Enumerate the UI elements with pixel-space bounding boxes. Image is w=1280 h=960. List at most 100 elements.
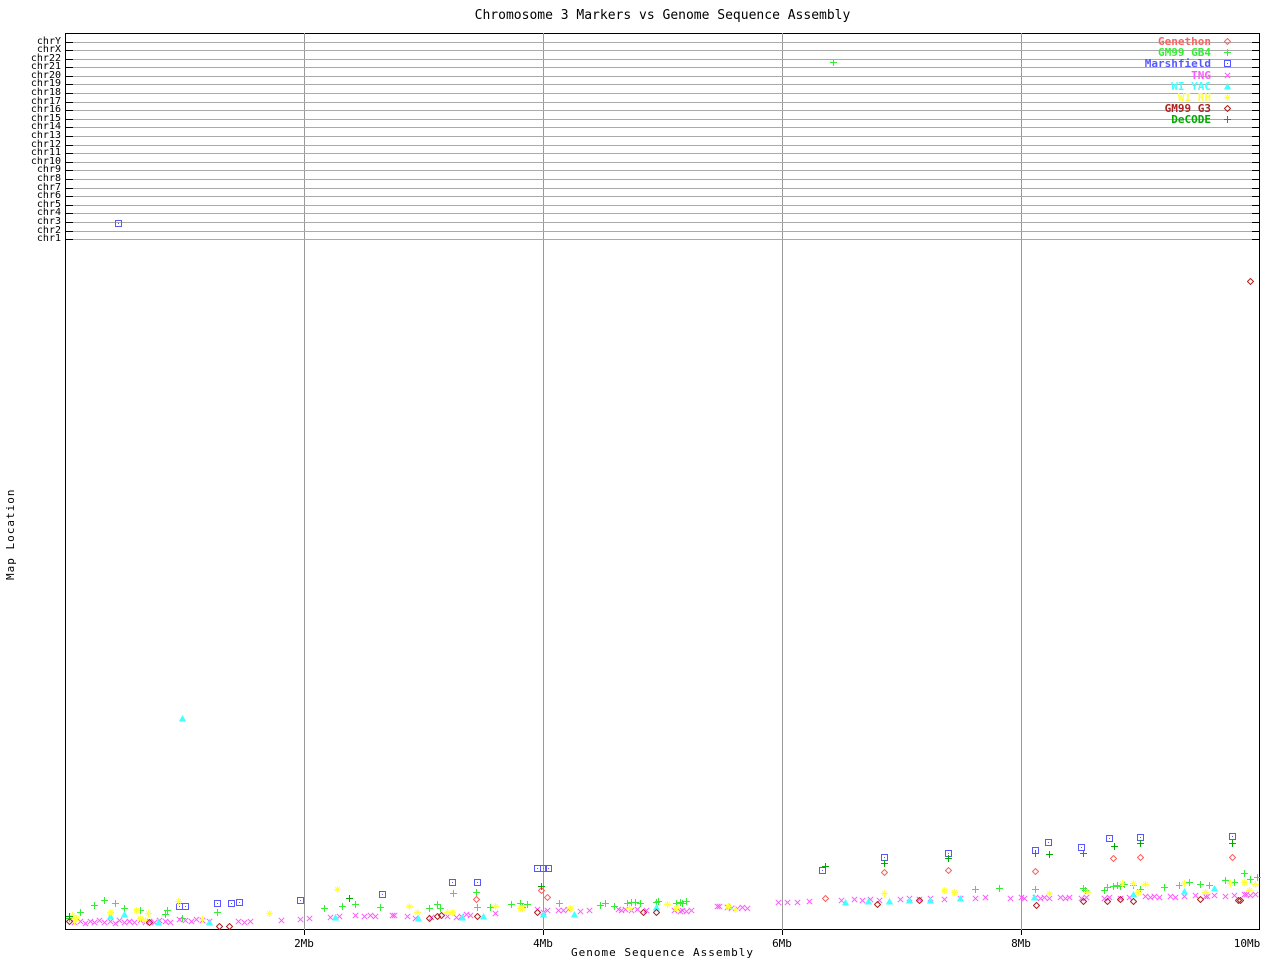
marker-tng — [1211, 891, 1218, 899]
marker-gm99-gb4 — [436, 904, 444, 912]
x-tick — [1021, 930, 1022, 935]
chromosome-line — [65, 67, 1260, 69]
marker-tng — [688, 906, 695, 914]
chromosome-line — [65, 153, 1260, 155]
marker-gm99-g3 — [146, 918, 154, 926]
marker-genethon — [821, 894, 829, 902]
legend: Genethon GM99 GB4 Marshfield TNG WI YAC WI RH… — [1085, 36, 1235, 126]
marker-gm99-gb4 — [111, 899, 119, 907]
marker-wi-rh — [881, 889, 889, 897]
marker-gm99-g3 — [226, 922, 234, 930]
marker-wi-yac — [539, 910, 547, 918]
chromosome-line — [65, 58, 1260, 60]
marker-wi-yac — [841, 898, 849, 906]
marker-gm99-g3 — [1033, 901, 1041, 909]
marker-marshfield — [1044, 838, 1052, 846]
marker-gm99-g3 — [1237, 896, 1245, 904]
marker-tng — [352, 911, 359, 919]
marker-gm99-gb4 — [449, 889, 457, 897]
marker-tng — [297, 915, 304, 923]
chromosome-tick-right — [1252, 179, 1260, 181]
marker-tng — [247, 917, 254, 925]
marker-genethon — [472, 895, 480, 903]
chromosome-tick-left — [65, 170, 73, 172]
marker-gm99-g3 — [425, 914, 433, 922]
diamond-icon — [1224, 38, 1231, 46]
marker-wi-yac — [1030, 893, 1038, 901]
chromosome-tick-right — [1252, 136, 1260, 138]
chromosome-tick-right — [1252, 230, 1260, 232]
marker-marshfield — [182, 902, 190, 910]
chromosome-tick-left — [65, 161, 73, 163]
chromosome-line — [65, 41, 1260, 43]
marker-wi-yac — [154, 918, 162, 926]
chromosome-tick-left — [65, 179, 73, 181]
marker-gm99-gb4 — [320, 904, 328, 912]
marker-marshfield — [379, 890, 387, 898]
marker-wi-rh — [491, 902, 499, 910]
chromosome-tick-left — [65, 67, 73, 69]
marker-wi-rh — [724, 902, 732, 910]
chromosome-tick-left — [65, 230, 73, 232]
chromosome-line — [65, 50, 1260, 52]
chromosome-tick-left — [65, 187, 73, 189]
marker-wi-rh — [1046, 889, 1054, 897]
marker-gm99-gb4 — [473, 903, 481, 911]
marker-gm99-g3 — [1079, 897, 1087, 905]
marker-marshfield — [545, 864, 553, 872]
chromosome-tick-right — [1252, 187, 1260, 189]
plus-icon — [1224, 116, 1231, 124]
marker-genethon — [1229, 853, 1236, 861]
chromosome-tick-right — [1252, 127, 1260, 129]
chromosome-tick-right — [1252, 58, 1260, 60]
marker-gm99-gb4 — [601, 899, 609, 907]
gridline — [304, 33, 305, 930]
marker-gm99-g3 — [1103, 897, 1111, 905]
chromosome-tick-right — [1252, 84, 1260, 86]
marker-tng — [306, 914, 314, 922]
marker-decode — [1079, 849, 1087, 857]
marker-wi-rh — [1119, 879, 1127, 887]
chromosome-line — [65, 110, 1260, 112]
marker-wi-yac — [886, 897, 894, 905]
marker-gm99-gb4 — [1160, 883, 1168, 891]
marker-wi-rh — [566, 904, 574, 912]
chromosome-line — [65, 179, 1260, 181]
marker-genethon — [881, 868, 889, 876]
chromosome-tick-right — [1252, 239, 1260, 241]
marker-gm99-gb4 — [91, 901, 99, 909]
marker-tng — [1172, 893, 1179, 901]
marker-marshfield — [448, 878, 456, 886]
chromosome-tick-right — [1252, 118, 1260, 120]
marker-marshfield — [296, 896, 304, 904]
marker-wi-rh — [198, 915, 206, 923]
marker-tng — [1222, 892, 1229, 900]
chromosome-tick-right — [1252, 213, 1260, 215]
chromosome-line — [65, 187, 1260, 189]
marker-decode — [66, 912, 74, 920]
chromosome-line — [65, 118, 1260, 120]
marker-tng — [404, 912, 412, 920]
marker-tng — [794, 898, 801, 906]
marker-tng — [1066, 893, 1074, 901]
marker-wi-yac — [459, 913, 467, 921]
marker-tng — [1156, 893, 1163, 901]
chromosome-line — [65, 144, 1260, 146]
marker-decode — [538, 882, 546, 890]
marker-gm99-gb4 — [682, 897, 690, 905]
gridline — [782, 33, 783, 930]
marker-gm99-g3 — [1196, 895, 1204, 903]
chromosome-tick-left — [65, 204, 73, 206]
asterisk-icon — [1224, 94, 1231, 102]
chromosome-tick-left — [65, 118, 73, 120]
chromosome-label: chr1 — [36, 233, 61, 245]
chromosome-line — [65, 93, 1260, 95]
marker-tng — [982, 893, 989, 901]
marker-gm99-g3 — [1116, 895, 1124, 903]
marker-decode — [1046, 850, 1054, 858]
marker-gm99-gb4 — [972, 885, 980, 893]
chromosome-tick-right — [1252, 67, 1260, 69]
marker-gm99-g3 — [1129, 897, 1137, 905]
marker-gm99-gb4 — [338, 902, 346, 910]
chromosome-tick-left — [65, 75, 73, 77]
